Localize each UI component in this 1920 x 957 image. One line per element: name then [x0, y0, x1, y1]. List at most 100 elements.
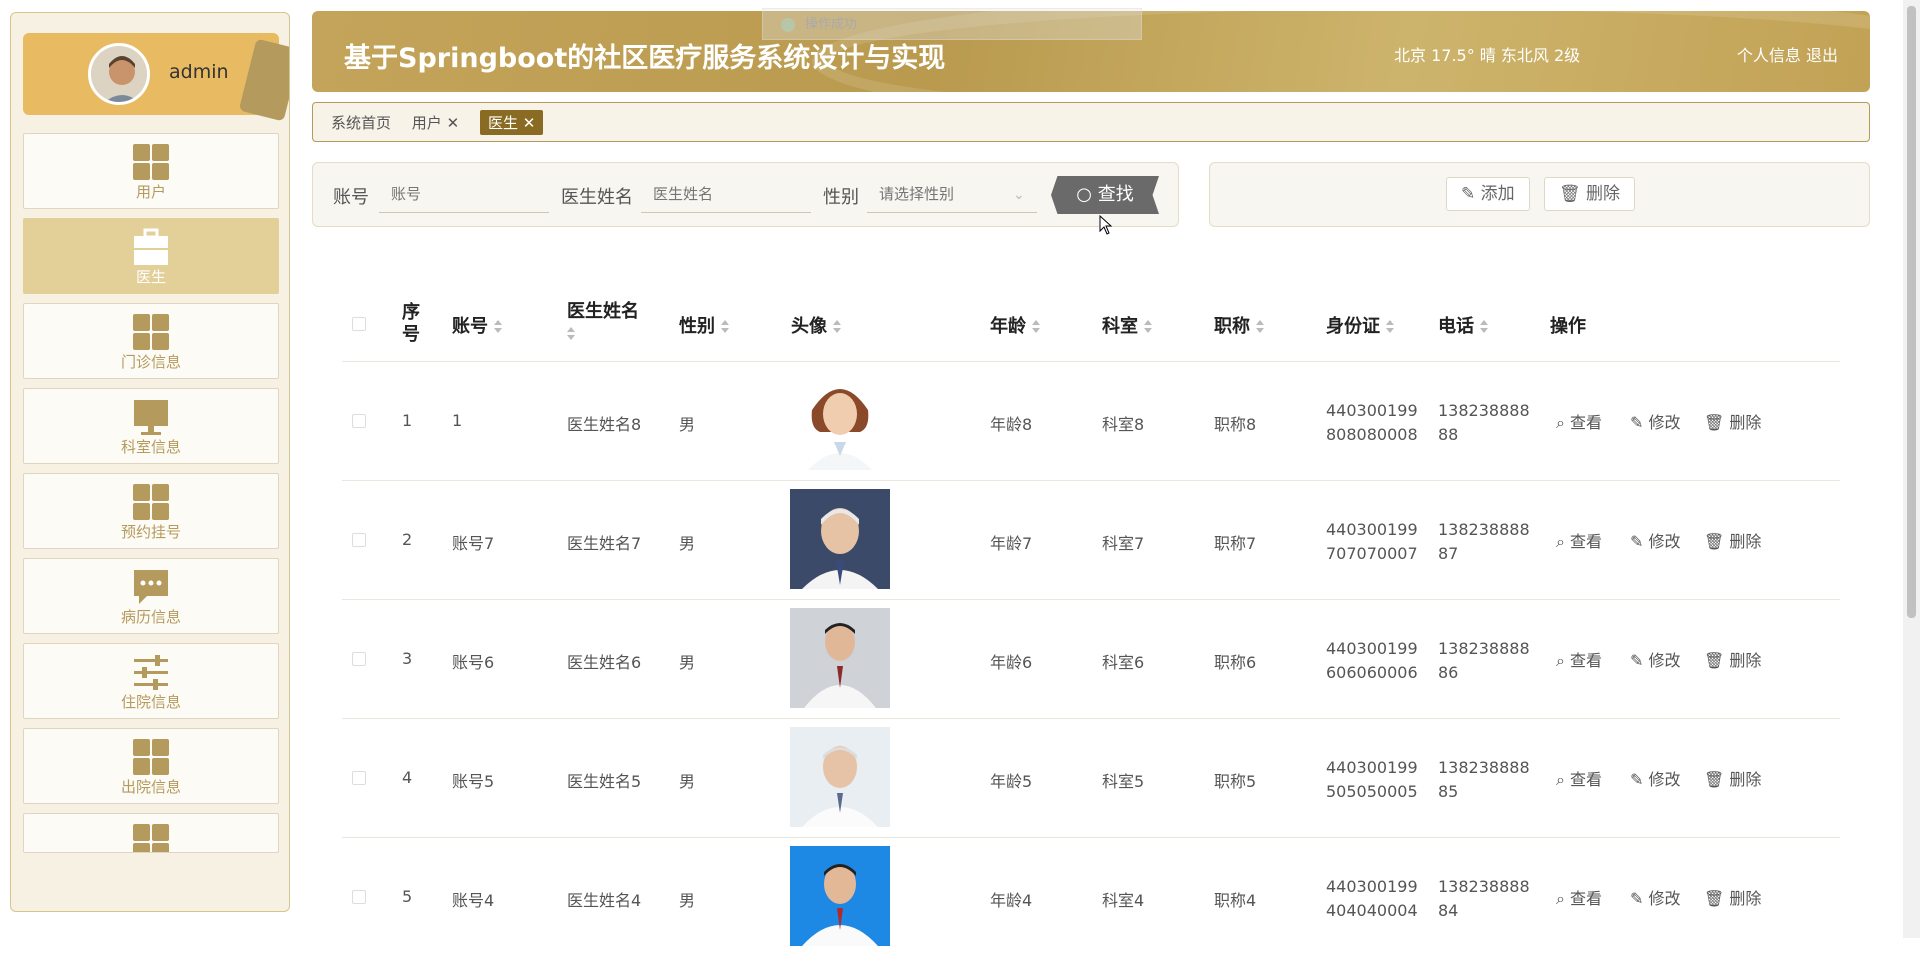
sidebar-item-label: 预约挂号	[120, 523, 181, 541]
search-icon: ⌕	[1556, 413, 1571, 432]
tab-bar: 系统首页 用户 ✕ 医生 ✕	[312, 102, 1870, 142]
tab-label: 用户	[411, 114, 442, 132]
sidebar-item-clinic[interactable]: 门诊信息	[23, 303, 279, 379]
tab-users[interactable]: 用户 ✕	[412, 110, 459, 135]
column-header-avatar[interactable]: 头像	[791, 312, 841, 338]
sort-icon[interactable]	[567, 327, 575, 341]
edit-button[interactable]: ✎ 修改	[1630, 647, 1681, 671]
delete-row-button[interactable]: 🗑 删除	[1704, 766, 1761, 790]
column-header-department[interactable]: 科室	[1102, 312, 1152, 338]
avatar[interactable]	[88, 43, 150, 105]
row-checkbox[interactable]	[352, 890, 366, 904]
delete-label: 删除	[1729, 532, 1762, 551]
sidebar-item-appointments[interactable]: 预约挂号	[23, 473, 279, 549]
column-header-label: 账号	[452, 316, 488, 337]
gender-select[interactable]	[867, 177, 1037, 213]
sidebar-item-users[interactable]: 用户	[23, 133, 279, 209]
delete-label: 删除	[1729, 651, 1762, 670]
cell-phone: 138238888 84	[1438, 875, 1530, 923]
sort-icon[interactable]	[1386, 320, 1394, 334]
scrollbar-thumb[interactable]	[1907, 6, 1916, 618]
edit-button[interactable]: ✎ 修改	[1630, 528, 1681, 552]
view-button[interactable]: ⌕ 查看	[1556, 528, 1602, 552]
phone-line: 138238888	[1438, 877, 1530, 896]
tab-doctors[interactable]: 医生 ✕	[479, 110, 544, 135]
success-toast: 操作成功	[762, 8, 1142, 40]
sidebar-item-more[interactable]	[23, 813, 279, 853]
delete-row-button[interactable]: 🗑 删除	[1704, 647, 1761, 671]
row-checkbox[interactable]	[352, 414, 366, 428]
view-label: 查看	[1570, 770, 1603, 789]
view-button[interactable]: ⌕ 查看	[1556, 885, 1602, 909]
account-label: 账号	[333, 187, 369, 208]
column-header-age[interactable]: 年龄	[990, 312, 1040, 338]
doctor-photo	[790, 846, 890, 946]
sidebar-item-label: 用户	[135, 183, 166, 201]
user-card: admin	[23, 33, 289, 122]
trash-icon: 🗑	[1559, 184, 1586, 204]
cell-gender: 男	[679, 891, 696, 910]
row-checkbox[interactable]	[352, 533, 366, 547]
delete-row-button[interactable]: 🗑 删除	[1704, 885, 1761, 909]
trash-icon: 🗑	[1704, 532, 1730, 551]
account-input[interactable]	[379, 177, 549, 213]
tab-home[interactable]: 系统首页	[331, 110, 391, 135]
sidebar: admin 用户 医生 门诊信息 科室信息 预约挂号 病历信息 住院信息 出院信…	[10, 12, 290, 912]
column-header-idcard[interactable]: 身份证	[1326, 312, 1394, 338]
column-header-account[interactable]: 账号	[452, 312, 502, 338]
search-icon: ⌕	[1556, 770, 1571, 789]
page-scrollbar[interactable]	[1903, 0, 1920, 938]
profile-link[interactable]: 个人信息	[1737, 46, 1801, 65]
doctor-photo	[790, 370, 890, 470]
sidebar-item-departments[interactable]: 科室信息	[23, 388, 279, 464]
delete-row-button[interactable]: 🗑 删除	[1704, 409, 1761, 433]
delete-button[interactable]: 🗑 删除	[1544, 177, 1635, 211]
cell-title: 职称7	[1214, 534, 1257, 553]
close-icon[interactable]: ✕	[518, 114, 536, 132]
edit-label: 修改	[1648, 889, 1681, 908]
column-header-gender[interactable]: 性别	[679, 312, 729, 338]
view-button[interactable]: ⌕ 查看	[1556, 766, 1602, 790]
sort-icon[interactable]	[494, 320, 502, 334]
add-button[interactable]: ✎ 添加	[1446, 177, 1530, 211]
row-checkbox[interactable]	[352, 652, 366, 666]
weather-info: 北京 17.5° 晴 东北风 2级	[1394, 46, 1581, 65]
column-header-name[interactable]: 医生姓名	[567, 297, 647, 344]
doctor-name-label: 医生姓名	[561, 187, 633, 208]
sidebar-item-inpatient[interactable]: 住院信息	[23, 643, 279, 719]
view-label: 查看	[1570, 651, 1603, 670]
column-header-title[interactable]: 职称	[1214, 312, 1264, 338]
cell-department: 科室7	[1102, 534, 1145, 553]
edit-button[interactable]: ✎ 修改	[1630, 885, 1681, 909]
sort-icon[interactable]	[833, 320, 841, 334]
delete-row-button[interactable]: 🗑 删除	[1704, 528, 1761, 552]
sort-icon[interactable]	[1256, 320, 1264, 334]
edit-icon: ✎	[1630, 532, 1649, 551]
edit-button[interactable]: ✎ 修改	[1630, 766, 1681, 790]
sidebar-item-records[interactable]: 病历信息	[23, 558, 279, 634]
sort-icon[interactable]	[1480, 320, 1488, 334]
row-checkbox[interactable]	[352, 771, 366, 785]
close-icon[interactable]: ✕	[442, 114, 460, 132]
sort-icon[interactable]	[1032, 320, 1040, 334]
select-all-checkbox[interactable]	[352, 317, 366, 331]
search-button[interactable]: ○ 查找	[1051, 176, 1159, 214]
doctor-name-input[interactable]	[641, 177, 811, 213]
trash-icon: 🗑	[1704, 651, 1730, 670]
edit-button[interactable]: ✎ 修改	[1630, 409, 1681, 433]
cell-department: 科室8	[1102, 415, 1145, 434]
column-header-label: 电话	[1438, 316, 1474, 337]
view-button[interactable]: ⌕ 查看	[1556, 647, 1602, 671]
sidebar-item-doctors[interactable]: 医生	[23, 218, 279, 294]
cell-name: 医生姓名6	[567, 653, 642, 672]
column-header-phone[interactable]: 电话	[1438, 312, 1488, 338]
grid-icon	[131, 822, 171, 852]
view-button[interactable]: ⌕ 查看	[1556, 409, 1602, 433]
sidebar-item-discharge[interactable]: 出院信息	[23, 728, 279, 804]
phone-line: 138238888	[1438, 758, 1530, 777]
sort-icon[interactable]	[1144, 320, 1152, 334]
sort-icon[interactable]	[721, 320, 729, 334]
doctor-photo	[790, 608, 890, 708]
edit-icon: ✎	[1630, 770, 1649, 789]
logout-link[interactable]: 退出	[1806, 46, 1838, 65]
